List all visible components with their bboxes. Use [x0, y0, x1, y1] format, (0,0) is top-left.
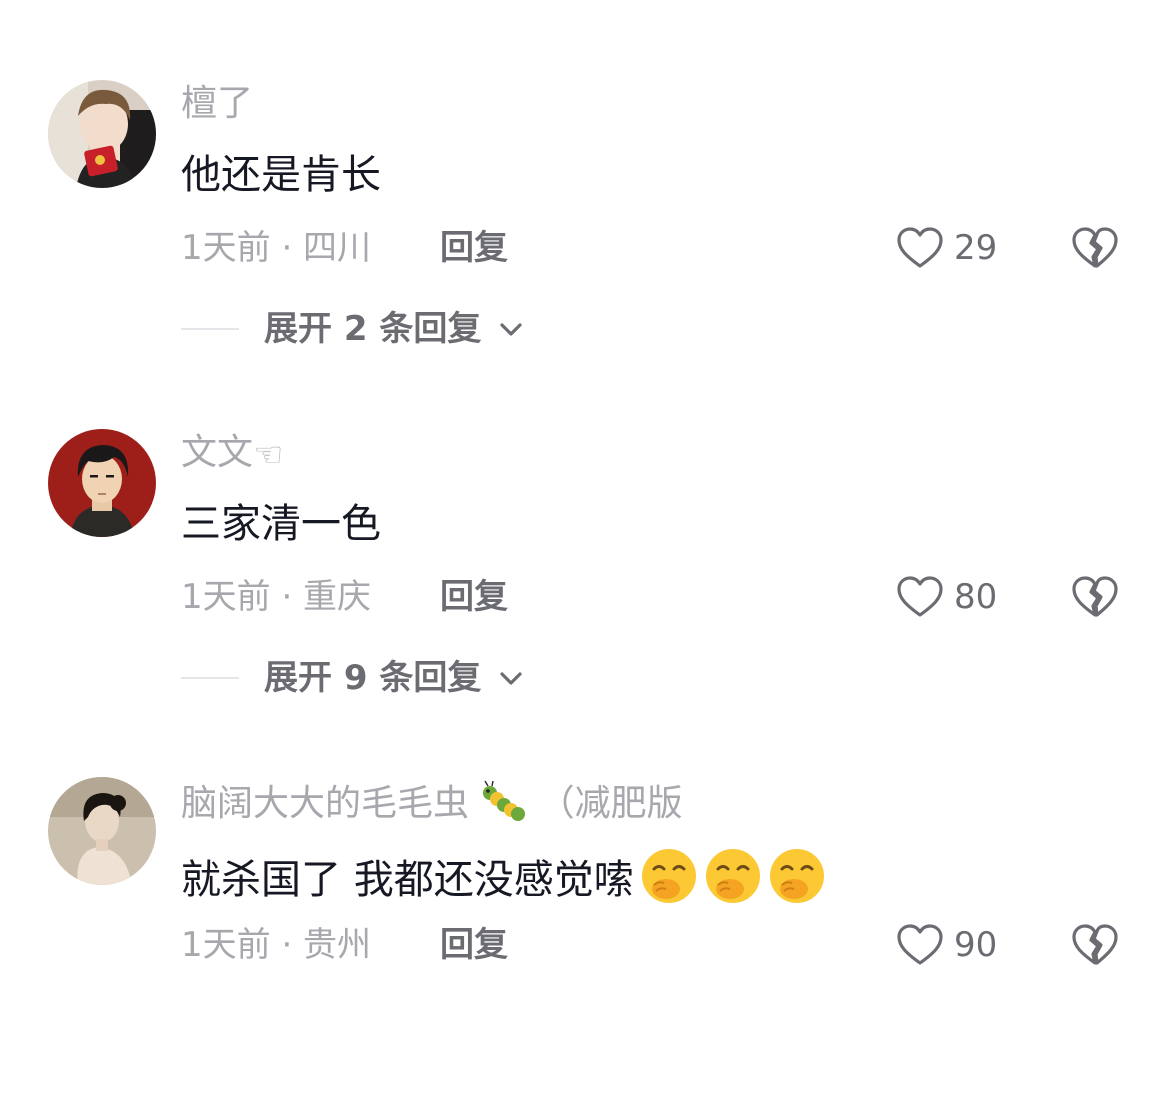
- avatar-woman-portrait-icon: [48, 777, 156, 885]
- chevron-down-icon: [500, 323, 522, 336]
- face-with-hand-over-mouth-emoji-icon: [705, 849, 760, 903]
- broken-heart-icon[interactable]: [1071, 573, 1119, 621]
- divider-line: [181, 328, 239, 330]
- comment-time-location: 1天前 · 贵州: [181, 925, 372, 965]
- comment-time-location: 1天前 · 四川: [181, 228, 372, 268]
- comment-text: 就杀国了 我都还没感觉嗦: [181, 847, 826, 905]
- heart-icon: [897, 924, 943, 965]
- user-avatar[interactable]: [48, 429, 156, 537]
- expand-replies-label: 展开 2 条回复: [264, 309, 482, 349]
- user-avatar[interactable]: [48, 777, 156, 885]
- avatar-illustrated-man-icon: [48, 429, 156, 537]
- comment-text: 三家清一色: [181, 501, 381, 547]
- chevron-down-icon: [500, 672, 522, 685]
- user-avatar[interactable]: [48, 80, 156, 188]
- reply-button[interactable]: 回复: [440, 226, 508, 270]
- username[interactable]: 脑阔大大的毛毛虫 （减肥版: [181, 779, 683, 828]
- username-text: 脑阔大大的毛毛虫: [181, 783, 470, 824]
- caterpillar-emoji-icon: [469, 780, 539, 826]
- comment-item: 脑阔大大的毛毛虫 （减肥版 就杀国了 我都还没感觉嗦 1天前 · 贵州 回复 9…: [0, 777, 1170, 1117]
- like-count: 80: [954, 577, 998, 617]
- pointing-hand-emoji-icon: ☜: [253, 435, 284, 475]
- face-with-hand-over-mouth-emoji-icon: [769, 849, 824, 903]
- reply-button[interactable]: 回复: [440, 923, 508, 967]
- face-with-hand-over-mouth-emoji-icon: [641, 849, 696, 903]
- like-count: 29: [954, 228, 998, 268]
- comment-item: 文文☜ 三家清一色 1天前 · 重庆 回复 80 展开 9 条回复: [0, 429, 1170, 769]
- username[interactable]: 檀了: [181, 82, 253, 126]
- username-suffix: （减肥版: [538, 783, 683, 824]
- expand-replies-label: 展开 9 条回复: [264, 658, 482, 698]
- broken-heart-icon[interactable]: [1071, 921, 1119, 969]
- comment-text-body: 就杀国了 我都还没感觉嗦: [181, 857, 634, 903]
- username-text: 文文: [181, 432, 254, 473]
- broken-heart-icon[interactable]: [1071, 224, 1119, 272]
- reply-button[interactable]: 回复: [440, 575, 508, 619]
- heart-icon: [897, 227, 943, 268]
- comment-text: 他还是肯长: [181, 152, 381, 198]
- heart-icon: [897, 576, 943, 617]
- comment-time-location: 1天前 · 重庆: [181, 577, 372, 617]
- avatar-young-man-red-envelope-icon: [48, 80, 156, 188]
- username[interactable]: 文文☜: [181, 431, 284, 477]
- comment-item: 檀了 他还是肯长 1天前 · 四川 回复 29 展开 2 条回复: [0, 80, 1170, 420]
- username-text: 檀了: [181, 83, 254, 124]
- like-count: 90: [954, 925, 998, 965]
- divider-line: [181, 677, 239, 679]
